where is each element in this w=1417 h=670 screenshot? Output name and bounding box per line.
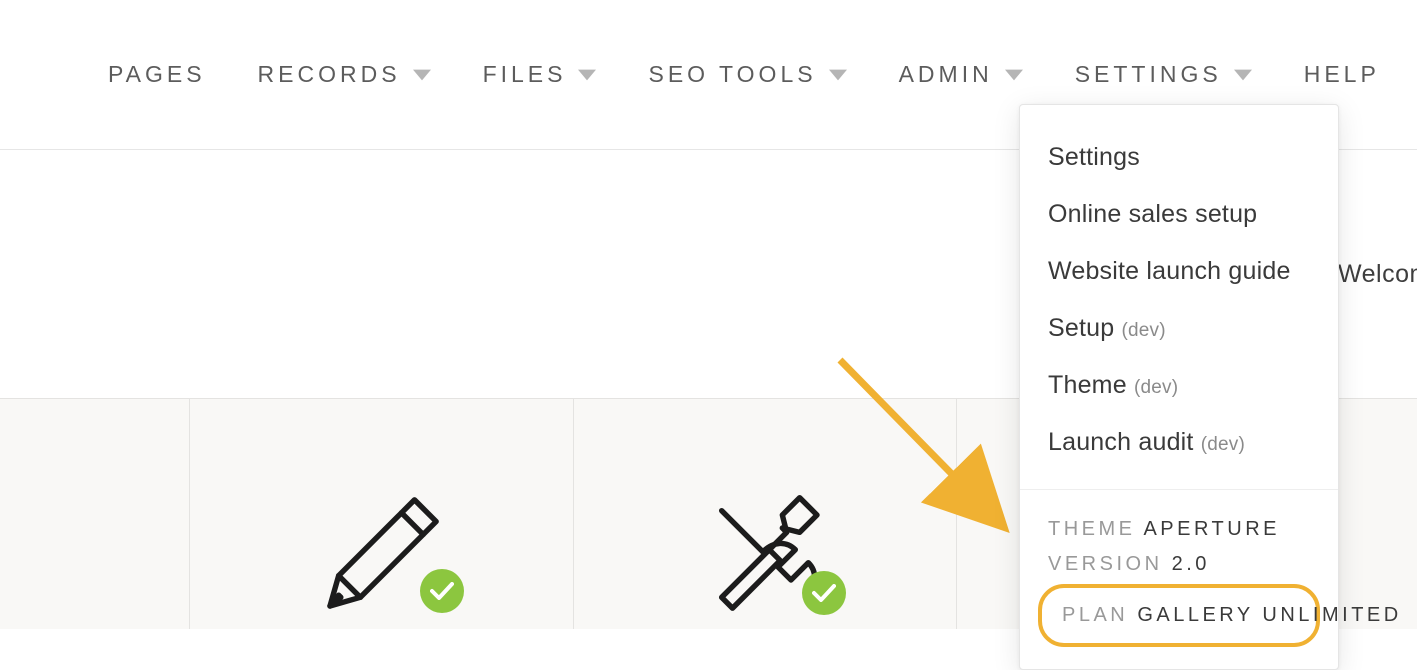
nav-label: SETTINGS bbox=[1075, 61, 1222, 88]
dev-tag: (dev) bbox=[1201, 434, 1245, 455]
check-badge bbox=[802, 571, 846, 615]
nav-admin[interactable]: ADMIN bbox=[899, 61, 1023, 88]
dropdown-item-theme[interactable]: Theme (dev) bbox=[1048, 357, 1310, 414]
dropdown-item-label: Theme bbox=[1048, 371, 1127, 399]
nav-pages[interactable]: PAGES bbox=[108, 61, 206, 88]
nav-label: FILES bbox=[483, 61, 567, 88]
nav-files[interactable]: FILES bbox=[483, 61, 597, 88]
nav-label: ADMIN bbox=[899, 61, 993, 88]
dev-tag: (dev) bbox=[1122, 320, 1166, 341]
meta-value: 2.0 bbox=[1172, 553, 1210, 575]
nav-records[interactable]: RECORDS bbox=[258, 61, 431, 88]
nav-help[interactable]: HELP bbox=[1304, 61, 1380, 88]
meta-label: PLAN bbox=[1062, 604, 1128, 626]
meta-version: VERSION 2.0 bbox=[1048, 547, 1310, 582]
dropdown-item-launch-audit[interactable]: Launch audit (dev) bbox=[1048, 414, 1310, 471]
caret-down-icon bbox=[413, 69, 431, 81]
dropdown-main-section: Settings Online sales setup Website laun… bbox=[1020, 105, 1338, 481]
dev-tag: (dev) bbox=[1134, 377, 1178, 398]
dropdown-item-setup[interactable]: Setup (dev) bbox=[1048, 300, 1310, 357]
nav-settings[interactable]: SETTINGS bbox=[1075, 61, 1252, 88]
dropdown-item-label: Website launch guide bbox=[1048, 257, 1291, 285]
dropdown-item-label: Settings bbox=[1048, 143, 1140, 171]
caret-down-icon bbox=[1234, 69, 1252, 81]
plan-highlight: PLAN GALLERY UNLIMITED bbox=[1038, 584, 1320, 647]
dropdown-item-settings[interactable]: Settings bbox=[1048, 129, 1310, 186]
dropdown-item-label: Online sales setup bbox=[1048, 200, 1257, 228]
meta-label: THEME bbox=[1048, 518, 1136, 540]
nav-label: HELP bbox=[1304, 61, 1380, 88]
nav-label: SEO TOOLS bbox=[648, 61, 816, 88]
caret-down-icon bbox=[578, 69, 596, 81]
dropdown-item-label: Setup bbox=[1048, 314, 1114, 342]
nav-label: PAGES bbox=[108, 61, 206, 88]
caret-down-icon bbox=[1005, 69, 1023, 81]
dropdown-meta-section: THEME APERTURE VERSION 2.0 PLAN GALLERY … bbox=[1020, 490, 1338, 669]
meta-label: VERSION bbox=[1048, 553, 1163, 575]
settings-dropdown: Settings Online sales setup Website laun… bbox=[1019, 104, 1339, 670]
dashboard-cell-pencil[interactable] bbox=[190, 399, 574, 629]
welcome-text-fragment: Welcom bbox=[1338, 260, 1417, 289]
check-badge bbox=[420, 569, 464, 613]
nav-label: RECORDS bbox=[258, 61, 401, 88]
meta-value: GALLERY UNLIMITED bbox=[1137, 604, 1401, 626]
dropdown-item-label: Launch audit bbox=[1048, 428, 1194, 456]
nav-seo-tools[interactable]: SEO TOOLS bbox=[648, 61, 846, 88]
meta-value: APERTURE bbox=[1143, 518, 1280, 540]
dropdown-item-online-sales[interactable]: Online sales setup bbox=[1048, 186, 1310, 243]
guide-text-fragment: n the right to bbox=[0, 519, 180, 550]
meta-theme: THEME APERTURE bbox=[1048, 512, 1310, 547]
meta-plan: PLAN GALLERY UNLIMITED bbox=[1062, 604, 1296, 627]
caret-down-icon bbox=[829, 69, 847, 81]
dashboard-cell-tools[interactable] bbox=[574, 399, 957, 629]
dropdown-item-launch-guide[interactable]: Website launch guide bbox=[1048, 243, 1310, 300]
dashboard-cell: n the right to bbox=[0, 399, 190, 629]
